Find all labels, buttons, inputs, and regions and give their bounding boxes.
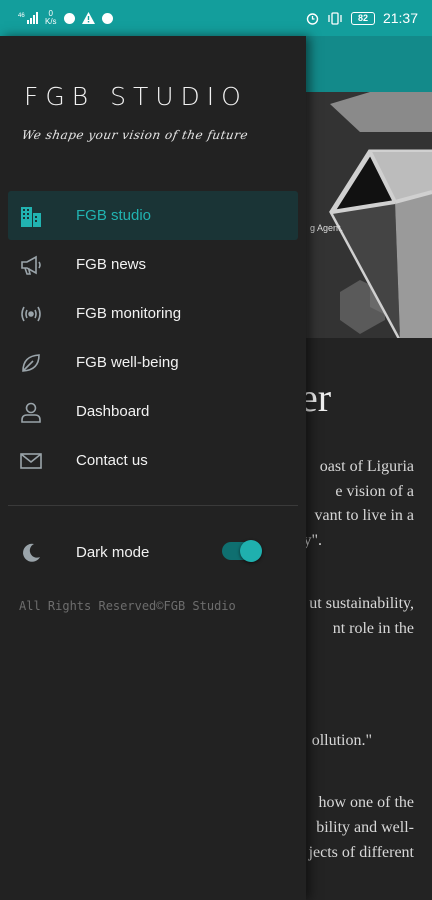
data-speed-unit: K/s (45, 17, 57, 26)
toggle-knob (240, 540, 262, 562)
article-line: ut sustainability, (309, 595, 414, 612)
menu-item-label: FGB well-being (76, 354, 179, 371)
drawer-menu: FGB studio FGB news FGB monitoring FGB w… (8, 191, 298, 485)
hero-caption: g Agent. (310, 223, 344, 233)
divider (8, 505, 298, 506)
menu-item-fgb-news[interactable]: FGB news (8, 240, 298, 289)
copyright-footer: All Rights Reserved©FGB Studio (19, 599, 236, 613)
mail-icon (18, 448, 44, 474)
alarm-icon (306, 12, 319, 25)
menu-item-label: Contact us (76, 452, 148, 469)
moon-icon (18, 540, 44, 566)
article-line: oast of Liguria (319, 458, 414, 475)
person-icon (18, 399, 44, 425)
fgb-studio-logo: FGB STUDIO (24, 82, 248, 111)
battery-level: 82 (357, 13, 368, 23)
navigation-drawer: FGB STUDIO We shape your vision of the f… (0, 36, 306, 900)
article-line: how one of the (318, 794, 414, 811)
menu-item-fgb-well-being[interactable]: FGB well-being (8, 338, 298, 387)
app-icon (101, 12, 113, 24)
menu-item-contact-us[interactable]: Contact us (8, 436, 298, 485)
megaphone-icon (18, 252, 44, 278)
article-line: y". (303, 532, 322, 549)
article-line: e vision of a (335, 483, 414, 500)
status-bar: 46 0 K/s 82 21:37 (0, 0, 432, 36)
menu-item-label: FGB news (76, 256, 147, 273)
dark-mode-row: Dark mode (8, 528, 298, 577)
article-line: vant to live in a (314, 507, 414, 524)
article-line: bility and well- (316, 819, 414, 836)
building-icon (18, 203, 44, 229)
menu-item-dashboard[interactable]: Dashboard (8, 387, 298, 436)
dark-mode-toggle[interactable] (222, 540, 262, 562)
article-line: ollution." (311, 732, 372, 749)
status-right: 82 21:37 (306, 10, 418, 26)
spotify-icon (63, 12, 75, 24)
menu-item-label: FGB monitoring (76, 305, 182, 322)
vibrate-icon (327, 11, 343, 25)
article-line: nt role in the (332, 620, 414, 637)
leaf-icon (18, 350, 44, 376)
tagline: We shape your vision of the future (20, 128, 250, 142)
article-line: jects of different (308, 844, 414, 861)
battery-icon: 82 (350, 11, 375, 25)
status-left: 46 0 K/s (18, 10, 113, 26)
broadcast-icon (18, 301, 44, 327)
menu-item-label: Dashboard (76, 403, 150, 420)
signal-label: 46 (18, 13, 25, 19)
clock: 21:37 (382, 10, 418, 26)
menu-item-fgb-monitoring[interactable]: FGB monitoring (8, 289, 298, 338)
warning-icon (81, 12, 95, 24)
data-speed-icon: 0 K/s (45, 10, 57, 26)
menu-item-label: FGB studio (76, 207, 152, 224)
dark-mode-label: Dark mode (76, 544, 150, 561)
menu-item-fgb-studio[interactable]: FGB studio (8, 191, 298, 240)
signal-icon: 46 (18, 11, 38, 25)
